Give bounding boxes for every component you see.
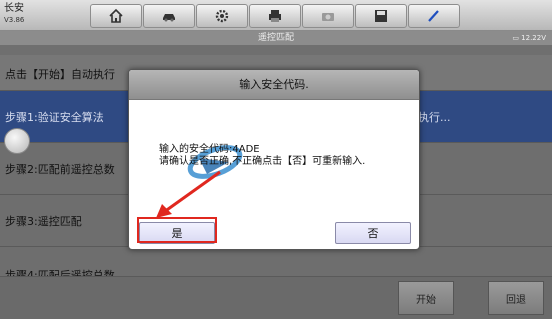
step-label: 步骤2:匹配前遥控总数 <box>5 163 115 176</box>
list-item[interactable]: 步骤4:匹配后遥控总数 <box>0 247 552 277</box>
settings-button[interactable] <box>196 4 248 28</box>
step-status: 执行... <box>418 111 451 124</box>
pen-icon <box>428 10 439 22</box>
step-label: 点击【开始】自动执行 <box>5 68 115 81</box>
bottom-bar: 开始 回退 <box>0 277 552 319</box>
app-version: V3.86 <box>4 16 25 24</box>
dialog-instruction-line: 请确认是否正确,不正确点击【否】可重新输入. <box>159 156 366 167</box>
step-label: 步骤4:匹配后遥控总数 <box>5 269 115 277</box>
save-icon <box>375 10 387 22</box>
no-button[interactable]: 否 <box>335 222 411 244</box>
page-title: 遥控匹配 <box>257 33 294 43</box>
gear-icon <box>215 9 229 23</box>
home-button[interactable] <box>90 4 142 28</box>
camera-button[interactable] <box>302 4 354 28</box>
arrow-annotation-icon <box>156 170 221 218</box>
dialog-title: 输入安全代码. <box>129 70 419 100</box>
camera-icon <box>322 13 334 21</box>
vehicle-button[interactable] <box>143 4 195 28</box>
brand: 长安 V3.86 <box>4 3 24 25</box>
brand-name: 长安 <box>4 3 24 14</box>
top-toolbar: 长安 V3.86 <box>0 0 552 31</box>
save-button[interactable] <box>355 4 407 28</box>
edit-button[interactable] <box>408 4 460 28</box>
step-label: 步骤3:遥控匹配 <box>5 215 82 228</box>
step-label: 步骤1:验证安全算法 <box>5 111 104 124</box>
car-icon <box>163 14 175 22</box>
battery-voltage: ▭ 12.22V <box>512 34 546 42</box>
battery-value: 12.22V <box>521 34 546 42</box>
title-bar: 遥控匹配 ▭ 12.22V <box>0 31 552 45</box>
home-icon <box>109 8 123 23</box>
printer-icon <box>269 10 281 22</box>
start-button[interactable]: 开始 <box>398 281 454 315</box>
highlight-box <box>137 217 217 243</box>
print-button[interactable] <box>249 4 301 28</box>
back-button[interactable]: 回退 <box>488 281 544 315</box>
floating-menu-button[interactable] <box>4 128 30 154</box>
dialog-code-line: 输入的安全代码:4ADE <box>159 144 260 155</box>
